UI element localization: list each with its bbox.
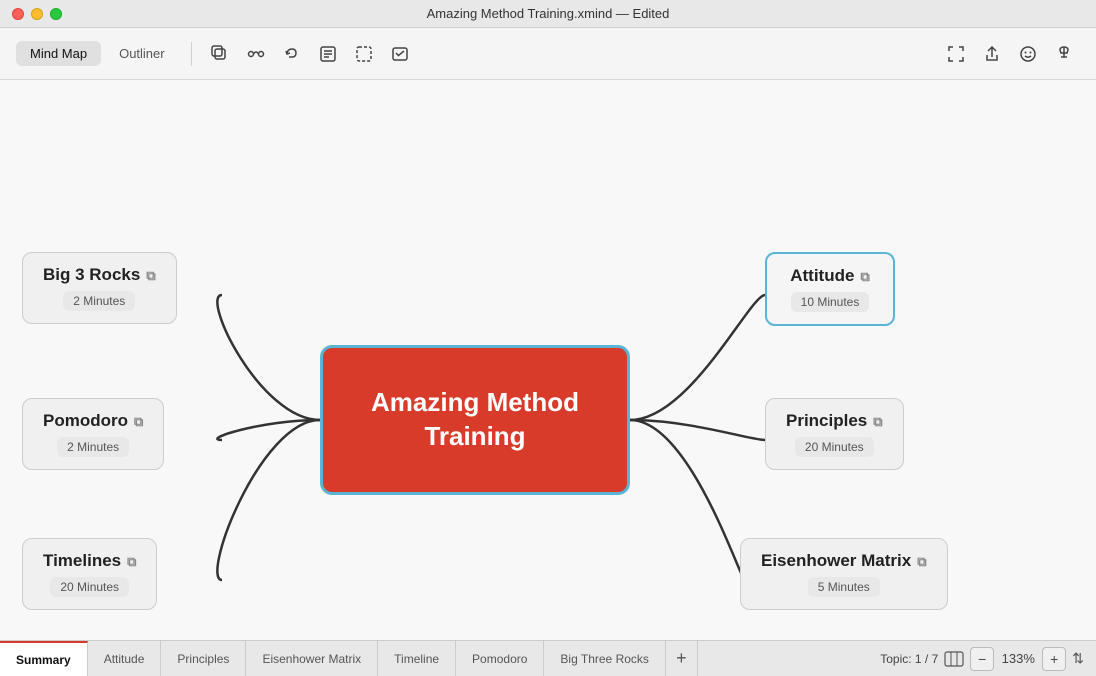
add-tab-button[interactable]: + — [666, 641, 698, 676]
node-attitude-title: Attitude — [790, 266, 854, 286]
node-eisenhower[interactable]: Eisenhower Matrix 5 Minutes — [740, 538, 948, 610]
traffic-lights — [12, 8, 62, 20]
zoom-value: 133% — [1000, 651, 1036, 666]
copy-icon-pomodoro[interactable] — [134, 411, 143, 431]
tab-eisenhower[interactable]: Eisenhower Matrix — [246, 641, 378, 676]
node-timelines[interactable]: Timelines 20 Minutes — [22, 538, 157, 610]
node-pomodoro-title: Pomodoro — [43, 411, 128, 431]
node-principles-time: 20 Minutes — [795, 437, 874, 457]
window-title: Amazing Method Training.xmind — Edited — [427, 6, 670, 21]
boundary-icon-btn[interactable] — [348, 38, 380, 70]
node-eisenhower-title: Eisenhower Matrix — [761, 551, 911, 571]
zoom-out-button[interactable]: − — [970, 647, 994, 671]
minimize-button[interactable] — [31, 8, 43, 20]
copy-icon-timelines[interactable] — [127, 551, 136, 571]
copy-icon-big3rocks[interactable] — [146, 265, 155, 285]
node-attitude[interactable]: Attitude 10 Minutes — [765, 252, 895, 326]
title-bar: Amazing Method Training.xmind — Edited — [0, 0, 1096, 28]
center-node-title: Amazing MethodTraining — [371, 386, 579, 454]
node-big3rocks[interactable]: Big 3 Rocks 2 Minutes — [22, 252, 177, 324]
summary-icon-btn[interactable] — [312, 38, 344, 70]
tab-principles[interactable]: Principles — [161, 641, 246, 676]
fullscreen-button[interactable] — [50, 8, 62, 20]
node-timelines-title: Timelines — [43, 551, 121, 571]
tab-bigthreerocks[interactable]: Big Three Rocks — [544, 641, 665, 676]
mindmap-canvas: Amazing MethodTraining Big 3 Rocks 2 Min… — [0, 80, 1096, 640]
zoom-in-button[interactable]: + — [1042, 647, 1066, 671]
duplicate-icon-btn[interactable] — [204, 38, 236, 70]
bottom-tabs: Summary Attitude Principles Eisenhower M… — [0, 640, 1096, 676]
toolbar-divider — [191, 42, 192, 66]
node-big3rocks-title: Big 3 Rocks — [43, 265, 140, 285]
topic-info: Topic: 1 / 7 — [880, 652, 938, 666]
copy-icon-principles[interactable] — [873, 411, 882, 431]
node-pomodoro[interactable]: Pomodoro 2 Minutes — [22, 398, 164, 470]
close-button[interactable] — [12, 8, 24, 20]
node-timelines-time: 20 Minutes — [50, 577, 129, 597]
map-icon — [944, 651, 964, 667]
zoom-stepper[interactable]: ⇅ — [1072, 650, 1084, 667]
center-node[interactable]: Amazing MethodTraining — [320, 345, 630, 495]
node-pomodoro-time: 2 Minutes — [57, 437, 129, 457]
share-icon-btn[interactable] — [976, 38, 1008, 70]
emoji-icon-btn[interactable] — [1012, 38, 1044, 70]
tab-outliner[interactable]: Outliner — [105, 41, 179, 66]
toolbar-right — [940, 38, 1080, 70]
node-big3rocks-time: 2 Minutes — [63, 291, 135, 311]
fullscreen-icon-btn[interactable] — [940, 38, 972, 70]
copy-icon-eisenhower[interactable] — [917, 551, 926, 571]
tab-timeline[interactable]: Timeline — [378, 641, 456, 676]
node-attitude-time: 10 Minutes — [791, 292, 870, 312]
relationship-icon-btn[interactable] — [240, 38, 272, 70]
node-eisenhower-time: 5 Minutes — [808, 577, 880, 597]
toolbar: Mind Map Outliner — [0, 28, 1096, 80]
undo-icon-btn[interactable] — [276, 38, 308, 70]
node-principles[interactable]: Principles 20 Minutes — [765, 398, 904, 470]
node-principles-title: Principles — [786, 411, 867, 431]
tab-summary[interactable]: Summary — [0, 641, 88, 676]
bottom-right: Topic: 1 / 7 − 133% + ⇅ — [868, 641, 1096, 676]
copy-icon-attitude[interactable] — [860, 266, 869, 286]
pin-icon-btn[interactable] — [1048, 38, 1080, 70]
tab-pomodoro[interactable]: Pomodoro — [456, 641, 544, 676]
tab-attitude[interactable]: Attitude — [88, 641, 162, 676]
tab-mindmap[interactable]: Mind Map — [16, 41, 101, 66]
task-icon-btn[interactable] — [384, 38, 416, 70]
